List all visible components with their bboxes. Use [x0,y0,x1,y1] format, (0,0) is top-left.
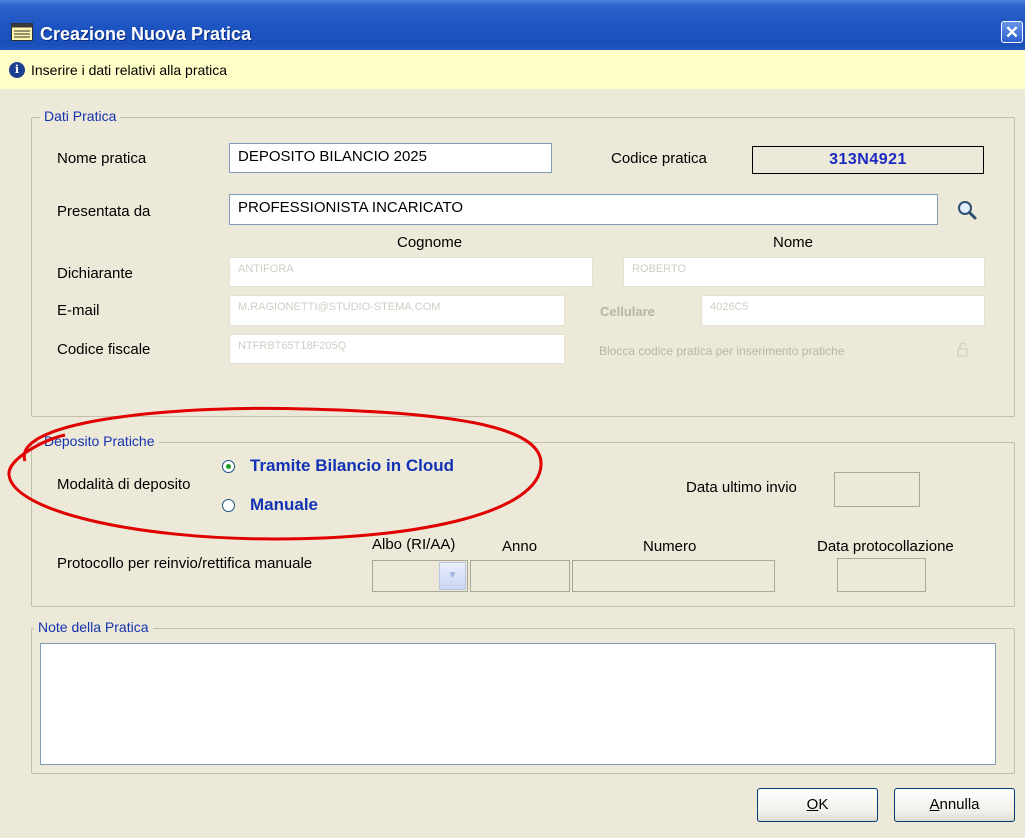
info-icon: i [9,62,25,78]
numero-header: Numero [643,538,697,555]
presentata-da-input[interactable]: PROFESSIONISTA INCARICATO [229,194,938,225]
note-textarea[interactable] [40,643,996,765]
nome-pratica-input[interactable]: DEPOSITO BILANCIO 2025 [229,143,552,173]
email-label: E-mail [57,302,100,319]
codice-pratica-value: 313N4921 [752,146,984,174]
cellulare-label: Cellulare [600,304,655,319]
window-title: Creazione Nuova Pratica [40,24,252,44]
protocollo-label: Protocollo per reinvio/rettifica manuale [57,555,313,572]
info-bar: i Inserire i dati relativi alla pratica [0,50,1025,89]
codice-fiscale-input: NTFRBT65T18F205Q [229,334,565,364]
nome-header: Nome [773,234,814,251]
title-bar[interactable]: Creazione Nuova Pratica ✕ [0,0,1025,50]
annulla-label: nnulla [939,796,980,813]
cellulare-input: 4026C5 [701,295,985,326]
form-icon [11,23,33,41]
chevron-down-icon: ▼ [439,562,466,590]
email-input: M.RAGIONETTI@STUDIO-STEMA.COM [229,295,565,326]
albo-select: ▼ [372,560,468,592]
dichiarante-nome-input: ROBERTO [623,257,985,287]
annulla-button[interactable]: Annulla [894,788,1015,822]
search-icon[interactable] [957,200,977,220]
info-message: Inserire i dati relativi alla pratica [31,62,228,78]
data-protocollazione-input [837,558,926,592]
ok-label: K [818,796,829,813]
codice-pratica-label: Codice pratica [611,150,707,167]
codice-fiscale-label: Codice fiscale [57,341,151,358]
dialog-window: Creazione Nuova Pratica ✕ i Inserire i d… [0,0,1025,838]
dichiarante-cognome-input: ANTIFORA [229,257,593,287]
dati-pratica-legend: Dati Pratica [40,108,121,124]
note-pratica-legend: Note della Pratica [34,619,153,635]
numero-input [572,560,775,592]
blocca-codice-label: Blocca codice pratica per inserimento pr… [599,344,845,358]
highlight-oval [7,406,543,541]
anno-input [470,560,570,592]
annulla-mnemonic: A [929,796,940,813]
nome-pratica-label: Nome pratica [57,150,147,167]
data-ultimo-invio-input [834,472,920,507]
data-ultimo-invio-label: Data ultimo invio [686,479,797,496]
ok-button[interactable]: OK [757,788,878,822]
cognome-header: Cognome [397,234,463,251]
lock-icon [957,343,968,357]
data-protocollazione-header: Data protocollazione [817,538,954,555]
presentata-da-label: Presentata da [57,203,151,220]
close-button[interactable]: ✕ [1001,21,1023,43]
dichiarante-label: Dichiarante [57,265,133,282]
ok-mnemonic: O [806,796,819,813]
